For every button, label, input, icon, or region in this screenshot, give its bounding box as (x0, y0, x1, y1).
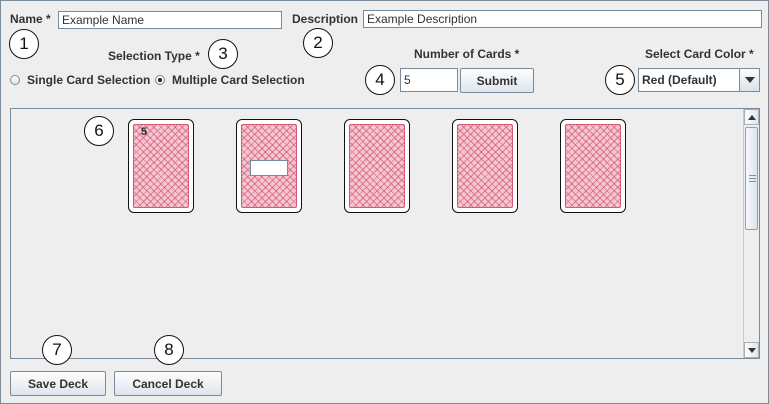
description-field[interactable] (363, 10, 762, 28)
card-color-dropdown[interactable]: Red (Default) (638, 68, 760, 92)
chevron-down-icon[interactable] (739, 69, 759, 91)
callout-3: 3 (208, 39, 238, 69)
card-value: 5 (141, 126, 148, 138)
card-3[interactable] (344, 119, 410, 213)
number-of-cards-field[interactable] (400, 68, 458, 92)
description-label: Description (292, 12, 359, 26)
card-color-value: Red (Default) (642, 73, 717, 87)
name-label: Name * (10, 12, 51, 26)
callout-5: 5 (605, 65, 635, 95)
save-deck-button[interactable]: Save Deck (10, 371, 106, 396)
single-selection-label[interactable]: Single Card Selection (27, 73, 150, 87)
card-2[interactable] (236, 119, 302, 213)
card-value-input[interactable] (250, 160, 288, 176)
submit-button[interactable]: Submit (460, 68, 534, 93)
card-5[interactable] (560, 119, 626, 213)
multiple-selection-radio[interactable] (155, 75, 165, 85)
card-color-label: Select Card Color * (645, 47, 754, 61)
card-back-pattern (565, 124, 621, 208)
card-display-panel: 5 (10, 108, 760, 359)
scroll-down-icon[interactable] (744, 342, 759, 358)
card-4[interactable] (452, 119, 518, 213)
callout-2: 2 (303, 28, 333, 58)
cancel-deck-button[interactable]: Cancel Deck (114, 371, 222, 396)
callout-1: 1 (9, 29, 39, 59)
multiple-selection-label[interactable]: Multiple Card Selection (172, 73, 305, 87)
deck-editor-window: Name * Description 1 2 Selection Type * … (0, 0, 769, 404)
number-of-cards-label: Number of Cards * (414, 47, 520, 61)
callout-6: 6 (84, 116, 114, 146)
scroll-up-icon[interactable] (744, 109, 759, 125)
scroll-thumb[interactable] (745, 127, 758, 230)
card-1[interactable]: 5 (128, 119, 194, 213)
vertical-scrollbar[interactable] (743, 109, 759, 358)
selection-type-label: Selection Type * (108, 49, 200, 63)
callout-4: 4 (365, 65, 395, 95)
name-field[interactable] (58, 11, 282, 29)
card-back-pattern (349, 124, 405, 208)
callout-8: 8 (154, 335, 184, 365)
card-back-pattern (457, 124, 513, 208)
single-selection-radio[interactable] (10, 75, 20, 85)
callout-7: 7 (42, 335, 72, 365)
